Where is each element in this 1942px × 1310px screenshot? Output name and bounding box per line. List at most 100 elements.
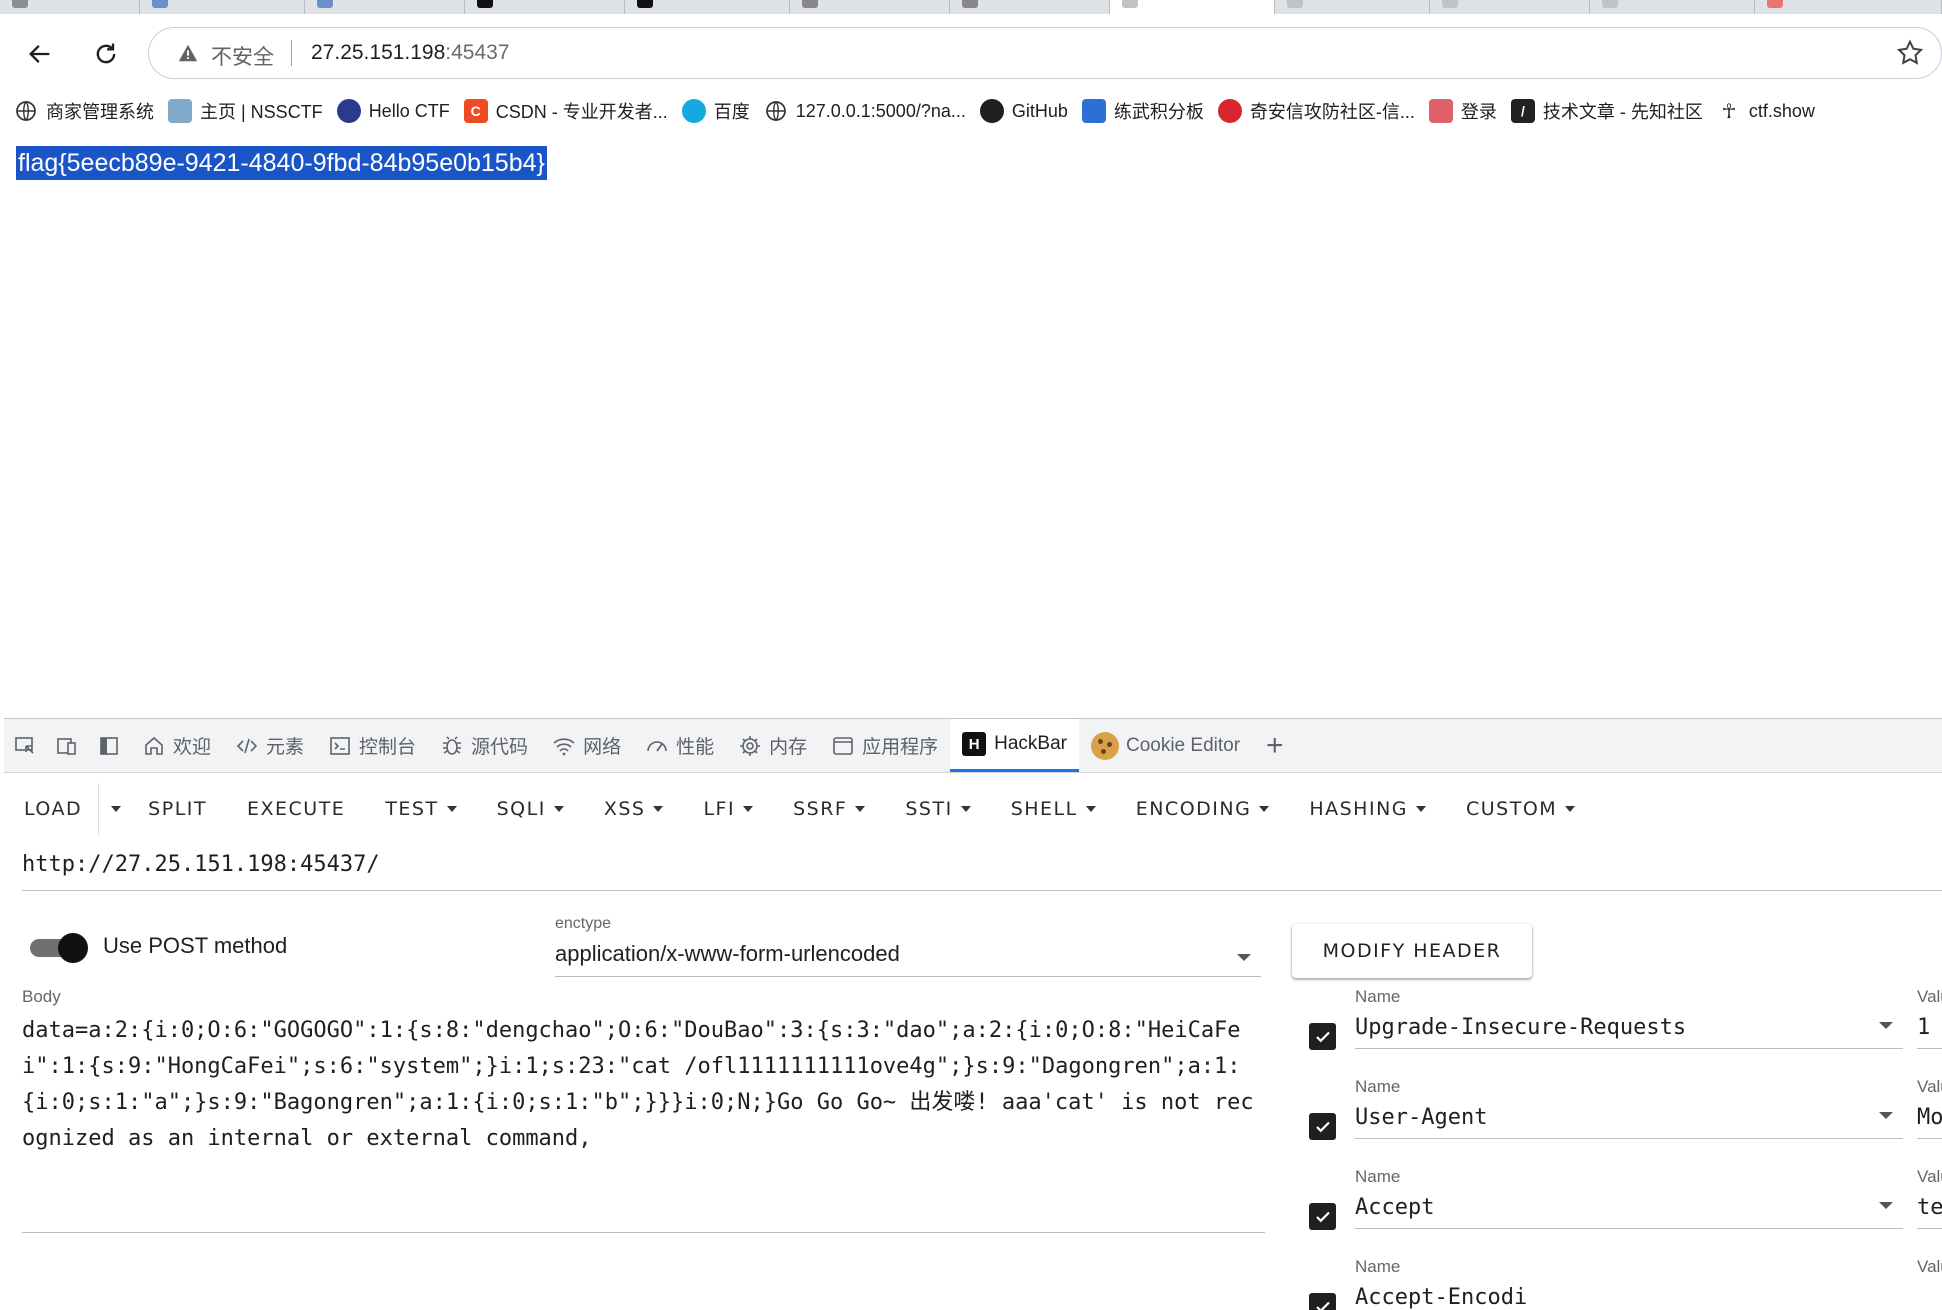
devtools-tab-hackbar[interactable]: H HackBar [950, 719, 1079, 772]
check-icon [1315, 1211, 1330, 1222]
globe-icon [765, 101, 786, 121]
shell-menu[interactable]: SHELL [995, 783, 1120, 835]
lfi-menu[interactable]: LFI [687, 783, 777, 835]
browser-tab[interactable] [625, 0, 790, 14]
browser-tab[interactable] [1755, 0, 1942, 14]
encoding-menu[interactable]: ENCODING [1120, 783, 1294, 835]
browser-tab[interactable] [950, 0, 1110, 14]
baidu-icon [681, 99, 706, 123]
post-method-toggle[interactable] [30, 933, 88, 963]
header-value-input[interactable] [1917, 1279, 1942, 1310]
bookmark-item[interactable]: 主页 | NSSCTF [168, 98, 323, 124]
header-checkbox[interactable] [1309, 1203, 1336, 1230]
devtools-tab-performance[interactable]: 性能 [633, 719, 726, 772]
browser-tab[interactable] [1590, 0, 1755, 14]
devtools-tab-welcome[interactable]: 欢迎 [130, 719, 223, 772]
header-checkbox[interactable] [1309, 1293, 1336, 1310]
enctype-select[interactable]: application/x-www-form-urlencoded [555, 941, 1261, 977]
test-menu[interactable]: TEST [369, 783, 480, 835]
browser-tab[interactable] [140, 0, 305, 14]
qianxin-icon [1217, 99, 1242, 123]
back-button[interactable] [18, 32, 62, 76]
code-icon [236, 738, 258, 753]
header-name-input[interactable]: Upgrade-Insecure-Requests [1355, 1009, 1903, 1049]
caret-down-icon [1259, 806, 1270, 812]
caret-down-icon [446, 806, 457, 812]
warning-icon[interactable] [177, 42, 199, 69]
url-text[interactable]: 27.25.151.198:45437 [311, 41, 510, 65]
header-checkbox[interactable] [1309, 1113, 1336, 1140]
header-value-input[interactable]: 1 [1917, 1009, 1942, 1049]
hackbar-url-input[interactable]: http://27.25.151.198:45437/ [22, 849, 1942, 891]
bookmark-item[interactable]: 127.0.0.1:5000/?na... [764, 99, 966, 123]
header-name-input[interactable]: Accept-Encodi [1355, 1279, 1903, 1310]
bookmark-item[interactable]: 练武积分板 [1081, 98, 1204, 124]
dock-side-button[interactable] [88, 719, 130, 772]
browser-tab[interactable] [790, 0, 950, 14]
button-label: TEST [385, 798, 439, 820]
reload-button[interactable] [84, 32, 128, 76]
bookmark-item[interactable]: 百度 [681, 98, 750, 124]
devtools-tab-network[interactable]: 网络 [540, 719, 633, 772]
gauge-icon [647, 740, 667, 752]
caret-down-icon [1085, 806, 1096, 812]
bookmark-item[interactable]: / 技术文章 - 先知社区 [1510, 98, 1703, 124]
header-value-label: Valu [1917, 1077, 1942, 1096]
browser-tab[interactable] [0, 0, 140, 14]
devtools-tab-console[interactable]: 控制台 [316, 719, 428, 772]
header-name-input[interactable]: Accept [1355, 1189, 1903, 1229]
bookmark-item[interactable]: ☥ ctf.show [1717, 99, 1815, 123]
browser-tab[interactable] [1275, 0, 1430, 14]
bookmark-item[interactable]: 商家管理系统 [14, 98, 154, 124]
flag-text[interactable]: flag{5eecb89e-9421-4840-9fbd-84b95e0b15b… [16, 146, 547, 180]
browser-tab[interactable] [305, 0, 465, 14]
ssti-menu[interactable]: SSTI [889, 783, 994, 835]
caret-down-icon [855, 806, 866, 812]
bookmark-item[interactable]: GitHub [979, 99, 1068, 123]
load-options-button[interactable] [98, 783, 132, 835]
bookmark-item[interactable]: Hello CTF [336, 99, 450, 123]
body-textarea[interactable]: data=a:2:{i:0;O:6:"GOGOGO":1:{s:8:"dengc… [22, 1013, 1265, 1233]
bookmark-item[interactable]: C CSDN - 专业开发者... [463, 98, 668, 124]
check-icon [1315, 1121, 1330, 1132]
browser-tab[interactable] [1430, 0, 1590, 14]
devtools-tab-cookie-editor[interactable]: Cookie Editor [1079, 719, 1252, 772]
insecure-label[interactable]: 不安全 [211, 41, 274, 71]
xss-menu[interactable]: XSS [588, 783, 688, 835]
tab-label: 源代码 [471, 737, 529, 758]
devtools-tab-sources[interactable]: 源代码 [428, 719, 540, 772]
execute-button[interactable]: EXECUTE [231, 783, 369, 835]
hellactf-icon [336, 99, 361, 123]
header-value-input[interactable]: te [1917, 1189, 1942, 1229]
check-icon [1315, 1031, 1330, 1042]
inspect-element-button[interactable] [4, 719, 46, 772]
sqli-menu[interactable]: SQLI [481, 783, 588, 835]
reload-icon [96, 43, 116, 64]
devtools-tab-application[interactable]: 应用程序 [819, 719, 950, 772]
header-name-label: Name [1355, 1077, 1401, 1096]
bookmark-item[interactable]: 登录 [1428, 98, 1497, 124]
add-tab-button[interactable]: + [1252, 719, 1298, 772]
hashing-menu[interactable]: HASHING [1293, 783, 1450, 835]
devtools-tab-elements[interactable]: 元素 [223, 719, 316, 772]
load-button[interactable]: LOAD [4, 783, 98, 835]
browser-tab[interactable] [465, 0, 625, 14]
device-emulation-button[interactable] [46, 719, 88, 772]
caret-down-icon [960, 806, 971, 812]
header-name-input[interactable]: User-Agent [1355, 1099, 1903, 1139]
modify-header-button[interactable]: MODIFY HEADER [1292, 924, 1532, 978]
ssrf-menu[interactable]: SSRF [777, 783, 889, 835]
split-button[interactable]: SPLIT [132, 783, 231, 835]
bookmark-item[interactable]: 奇安信攻防社区-信... [1217, 98, 1415, 124]
devtools-tab-memory[interactable]: 内存 [726, 719, 819, 772]
header-row: Name Upgrade-Insecure-Requests Valu 1 [1309, 987, 1942, 1067]
header-value-input[interactable]: Mo [1917, 1099, 1942, 1139]
address-bar[interactable]: 不安全 27.25.151.198:45437 [148, 27, 1942, 79]
header-checkbox[interactable] [1309, 1023, 1336, 1050]
ctfshow-icon: ☥ [1721, 100, 1737, 123]
custom-menu[interactable]: CUSTOM [1450, 783, 1599, 835]
tab-label: 应用程序 [862, 737, 939, 758]
star-icon[interactable] [1895, 38, 1925, 73]
header-row: Name User-Agent Valu Mo [1309, 1077, 1942, 1157]
browser-tab-active[interactable] [1110, 0, 1275, 14]
